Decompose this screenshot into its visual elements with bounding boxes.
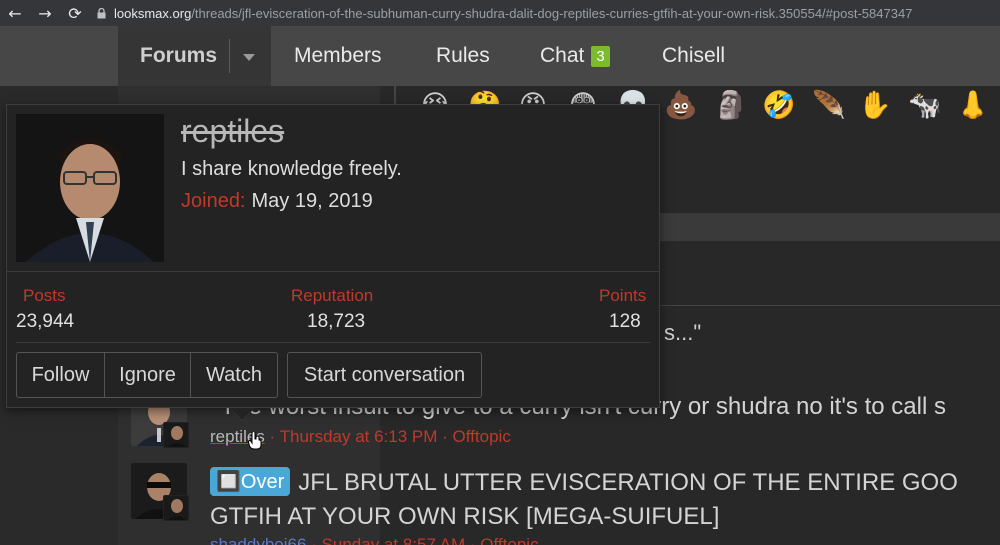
hand-emoji-icon[interactable]: ✋ [858,88,892,122]
meta-separator: · [306,535,322,545]
nav-chat-label: Chat [540,44,585,67]
member-tagline: I share knowledge freely. [181,158,402,180]
stat-posts-value: 23,944 [16,311,75,332]
prefix-badge[interactable]: 🔲Over [210,467,291,496]
lock-icon [94,7,108,19]
thread-forum-link[interactable]: Offtopic [480,535,538,545]
member-joined: Joined: May 19, 2019 [181,190,373,213]
meta-separator: · [465,535,481,545]
ignore-button[interactable]: Ignore [105,353,191,397]
thread-title-fragment[interactable]: s..." [664,320,701,346]
rofl-emoji-icon[interactable]: 🤣 [762,88,796,122]
poop-emoji-icon[interactable]: 💩 [664,88,698,122]
stat-posts-label: Posts [23,286,66,305]
nose-emoji-icon[interactable]: 👃 [956,88,990,122]
watch-button[interactable]: Watch [191,353,277,397]
joined-date: May 19, 2019 [251,190,373,212]
thread-date-link[interactable]: Thursday at 6:13 PM [280,427,438,446]
forward-arrow-icon[interactable]: → [30,0,60,26]
content-divider [660,305,1000,306]
section-header-band [660,213,1000,241]
nav-members-tab[interactable]: Members [294,26,382,86]
stat-reputation-label: Reputation [291,286,374,305]
site-navbar: Forums Members Rules Chat 3 Chisell [0,26,1000,86]
avatar-small[interactable] [163,495,189,521]
thread-date-link[interactable]: Sunday at 8:57 AM [322,535,466,545]
joined-label: Joined: [181,190,246,212]
popup-arrow [230,408,254,420]
reload-icon[interactable]: ⟳ [60,0,90,26]
popup-divider [16,342,650,343]
thread-title-text: JFL BRUTAL UTTER EVISCERATION OF THE ENT… [298,469,958,496]
popup-divider [7,271,659,272]
member-tooltip: reptiles I share knowledge freely. Joine… [6,104,660,408]
nav-rules-tab[interactable]: Rules [436,26,490,86]
thread-meta: shaddyboi66 · Sunday at 8:57 AM · Offtop… [210,535,539,545]
nav-chisell-tab[interactable]: Chisell [662,26,725,86]
nav-divider [229,39,230,73]
member-username[interactable]: reptiles [181,113,284,150]
stat-reputation-value: 18,723 [307,311,366,332]
url-path: /threads/jfl-evisceration-of-the-subhuma… [191,5,913,21]
address-bar[interactable]: looksmax.org/threads/jfl-evisceration-of… [114,6,912,21]
chat-count-badge: 3 [591,45,610,67]
stat-points-value: 128 [609,311,641,332]
thread-title[interactable]: 🔲Over JFL BRUTAL UTTER EVISCERATION OF TH… [210,467,958,497]
nav-forums-tab[interactable]: Forums [118,26,271,86]
hand-cursor-icon [248,431,262,450]
member-avatar[interactable] [16,114,164,262]
browser-toolbar: ← → ⟳ looksmax.org/threads/jfl-eviscerat… [0,0,1000,26]
url-domain: looksmax.org [114,5,192,21]
thread-title-line2[interactable]: GTFIH AT YOUR OWN RISK [MEGA-SUIFUEL] [210,503,719,531]
face-meme-icon[interactable]: 🗿 [714,88,748,122]
thread-forum-link[interactable]: Offtopic [453,427,511,446]
nav-forums-label: Forums [140,44,218,67]
meta-separator: · [437,427,453,446]
member-action-group: Follow Ignore Watch [16,352,278,398]
cow-emoji-icon[interactable]: 🐄 [908,88,942,122]
stat-points-label: Points [599,286,647,305]
back-arrow-icon[interactable]: ← [0,0,30,26]
follow-button[interactable]: Follow [17,353,105,397]
meta-separator: · [264,427,280,446]
feather-emoji-icon[interactable]: 🪶 [812,88,846,122]
start-conversation-button[interactable]: Start conversation [287,352,482,398]
nav-chat-tab[interactable]: Chat 3 [540,26,610,86]
thread-author-link[interactable]: shaddyboi66 [210,535,306,545]
avatar-small[interactable] [163,422,189,448]
chevron-down-icon[interactable] [243,54,255,61]
